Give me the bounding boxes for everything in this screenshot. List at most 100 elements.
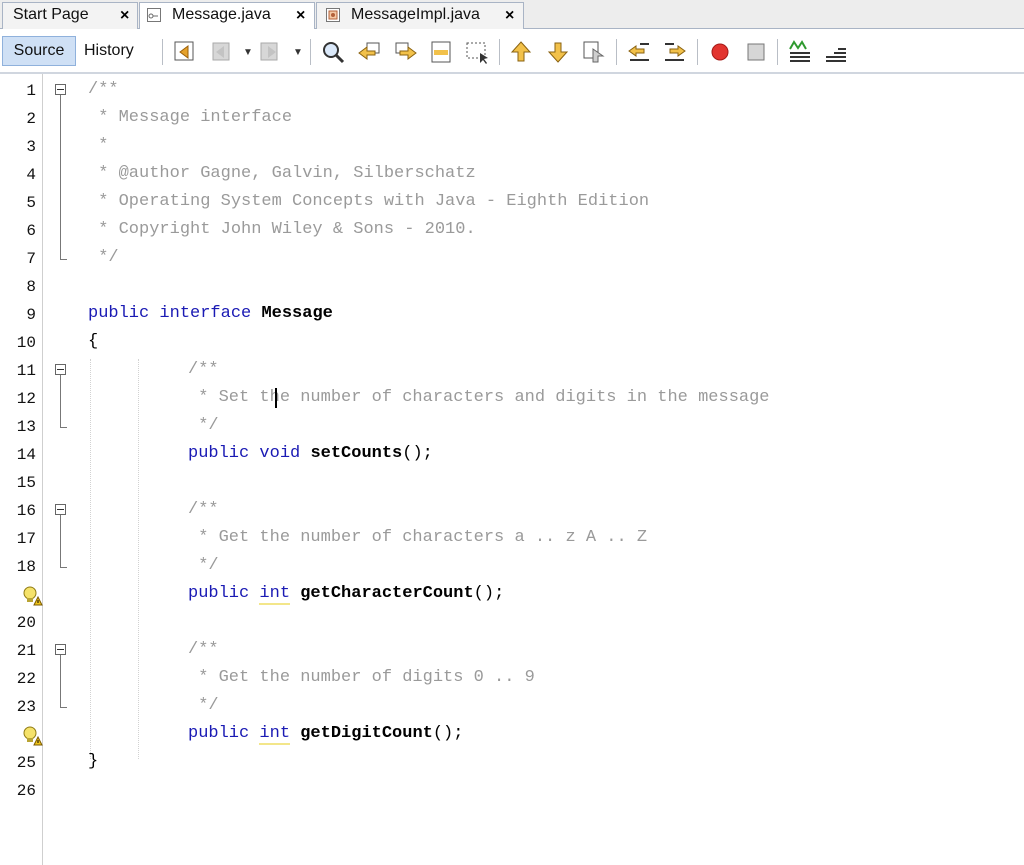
fold-line bbox=[60, 95, 61, 259]
code-line-17: * Get the number of characters a .. z A … bbox=[188, 528, 648, 547]
close-icon[interactable]: × bbox=[120, 4, 129, 28]
code-line-1: /** bbox=[88, 80, 119, 99]
fold-toggle-icon[interactable] bbox=[55, 364, 66, 375]
line-number: 4 bbox=[26, 166, 36, 184]
forward-icon[interactable] bbox=[258, 39, 284, 65]
code-line-16: /** bbox=[188, 500, 219, 519]
editor-tab-bar: Start Page × Message.java × MessageImpl.… bbox=[0, 0, 1024, 30]
code-fold-column bbox=[44, 74, 80, 865]
shift-right-icon[interactable] bbox=[662, 39, 688, 65]
warning-underline: int bbox=[259, 584, 291, 605]
close-icon[interactable]: × bbox=[505, 4, 514, 28]
code-line-24: public int getDigitCount(); bbox=[188, 724, 464, 745]
uncomment-icon[interactable] bbox=[823, 39, 849, 65]
stop-macro-icon[interactable] bbox=[743, 39, 769, 65]
toolbar-separator bbox=[697, 39, 698, 65]
java-interface-icon bbox=[146, 7, 162, 23]
toggle-highlight-icon[interactable] bbox=[428, 39, 454, 65]
close-icon[interactable]: × bbox=[296, 4, 305, 28]
hint-bulb-icon[interactable] bbox=[22, 725, 44, 747]
code-line-14: public void setCounts(); bbox=[188, 444, 433, 463]
previous-bookmark-icon[interactable] bbox=[508, 39, 534, 65]
line-number-gutter[interactable]: 1 2 3 4 5 6 7 8 9 10 11 12 13 14 15 16 17 18 20 21 22 23 25 26 bbox=[0, 74, 43, 865]
shift-left-icon[interactable] bbox=[626, 39, 652, 65]
fold-toggle-icon[interactable] bbox=[55, 504, 66, 515]
fold-end bbox=[60, 259, 67, 260]
indent-guide bbox=[90, 359, 91, 759]
history-button[interactable]: History bbox=[84, 36, 134, 66]
tab-label: MessageImpl.java bbox=[351, 6, 480, 23]
line-number: 5 bbox=[26, 194, 36, 212]
line-number: 8 bbox=[26, 278, 36, 296]
forward-dropdown-icon[interactable]: ▼ bbox=[293, 47, 303, 58]
fold-end bbox=[60, 427, 67, 428]
back-dropdown-icon[interactable]: ▼ bbox=[243, 47, 253, 58]
code-editor[interactable]: /** * Message interface * * @author Gagn… bbox=[88, 74, 1018, 865]
fold-line bbox=[60, 375, 61, 427]
back-icon[interactable] bbox=[210, 39, 236, 65]
fold-toggle-icon[interactable] bbox=[55, 644, 66, 655]
find-selection-icon[interactable] bbox=[320, 39, 346, 65]
code-line-7: */ bbox=[88, 248, 119, 267]
next-bookmark-icon[interactable] bbox=[545, 39, 571, 65]
tab-start-page[interactable]: Start Page × bbox=[2, 2, 138, 29]
start-macro-icon[interactable] bbox=[707, 39, 733, 65]
find-next-icon[interactable] bbox=[392, 39, 418, 65]
line-number: 22 bbox=[16, 670, 36, 688]
fold-end bbox=[60, 707, 67, 708]
code-line-4: * @author Gagne, Galvin, Silberschatz bbox=[88, 164, 476, 183]
line-number: 12 bbox=[16, 390, 36, 408]
line-number: 10 bbox=[16, 334, 36, 352]
tab-messageimpl-java[interactable]: MessageImpl.java × bbox=[316, 2, 524, 29]
line-number: 18 bbox=[16, 558, 36, 576]
code-line-2: * Message interface bbox=[88, 108, 293, 127]
toggle-rectangular-selection-icon[interactable] bbox=[464, 39, 490, 65]
line-number: 23 bbox=[16, 698, 36, 716]
code-line-6: * Copyright John Wiley & Sons - 2010. bbox=[88, 220, 476, 239]
line-number: 17 bbox=[16, 530, 36, 548]
line-number: 21 bbox=[16, 642, 36, 660]
source-button[interactable]: Source bbox=[2, 36, 76, 66]
text-caret bbox=[275, 388, 277, 408]
code-line-22: * Get the number of digits 0 .. 9 bbox=[188, 668, 535, 687]
toolbar-separator bbox=[499, 39, 500, 65]
fold-line bbox=[60, 515, 61, 567]
line-number: 3 bbox=[26, 138, 36, 156]
code-line-3: * bbox=[88, 136, 109, 155]
comment-icon[interactable] bbox=[787, 39, 813, 65]
line-number: 25 bbox=[16, 754, 36, 772]
code-line-13: */ bbox=[188, 416, 219, 435]
keyword-interface: interface bbox=[159, 304, 252, 323]
toggle-bookmark-icon[interactable] bbox=[581, 39, 607, 65]
code-line-5: * Operating System Concepts with Java - … bbox=[88, 192, 650, 211]
tab-label: Start Page bbox=[13, 6, 89, 23]
line-number: 15 bbox=[16, 474, 36, 492]
interface-name: Message bbox=[261, 304, 333, 323]
toolbar-separator bbox=[777, 39, 778, 65]
find-previous-icon[interactable] bbox=[357, 39, 383, 65]
code-line-11: /** bbox=[188, 360, 219, 379]
toolbar-separator bbox=[162, 39, 163, 65]
code-line-25: } bbox=[88, 752, 99, 771]
line-number: 2 bbox=[26, 110, 36, 128]
toolbar-separator bbox=[616, 39, 617, 65]
toolbar-separator bbox=[310, 39, 311, 65]
java-class-icon bbox=[325, 7, 341, 23]
code-line-18: */ bbox=[188, 556, 219, 575]
hint-bulb-icon[interactable] bbox=[22, 585, 44, 607]
last-edit-icon[interactable] bbox=[172, 39, 198, 65]
fold-toggle-icon[interactable] bbox=[55, 84, 66, 95]
line-number: 26 bbox=[16, 782, 36, 800]
line-number: 9 bbox=[26, 306, 36, 324]
code-line-23: */ bbox=[188, 696, 219, 715]
tab-message-java[interactable]: Message.java × bbox=[139, 2, 315, 30]
line-number: 11 bbox=[16, 362, 36, 380]
fold-end bbox=[60, 567, 67, 568]
line-number: 14 bbox=[16, 446, 36, 464]
editor-toolbar: Source History ▼ ▼ bbox=[0, 29, 1024, 74]
code-line-19: public int getCharacterCount(); bbox=[188, 584, 505, 605]
indent-guide bbox=[138, 359, 139, 759]
tab-label: Message.java bbox=[172, 6, 271, 23]
code-line-9: public interface Message bbox=[88, 300, 333, 328]
warning-underline: int bbox=[259, 724, 291, 745]
